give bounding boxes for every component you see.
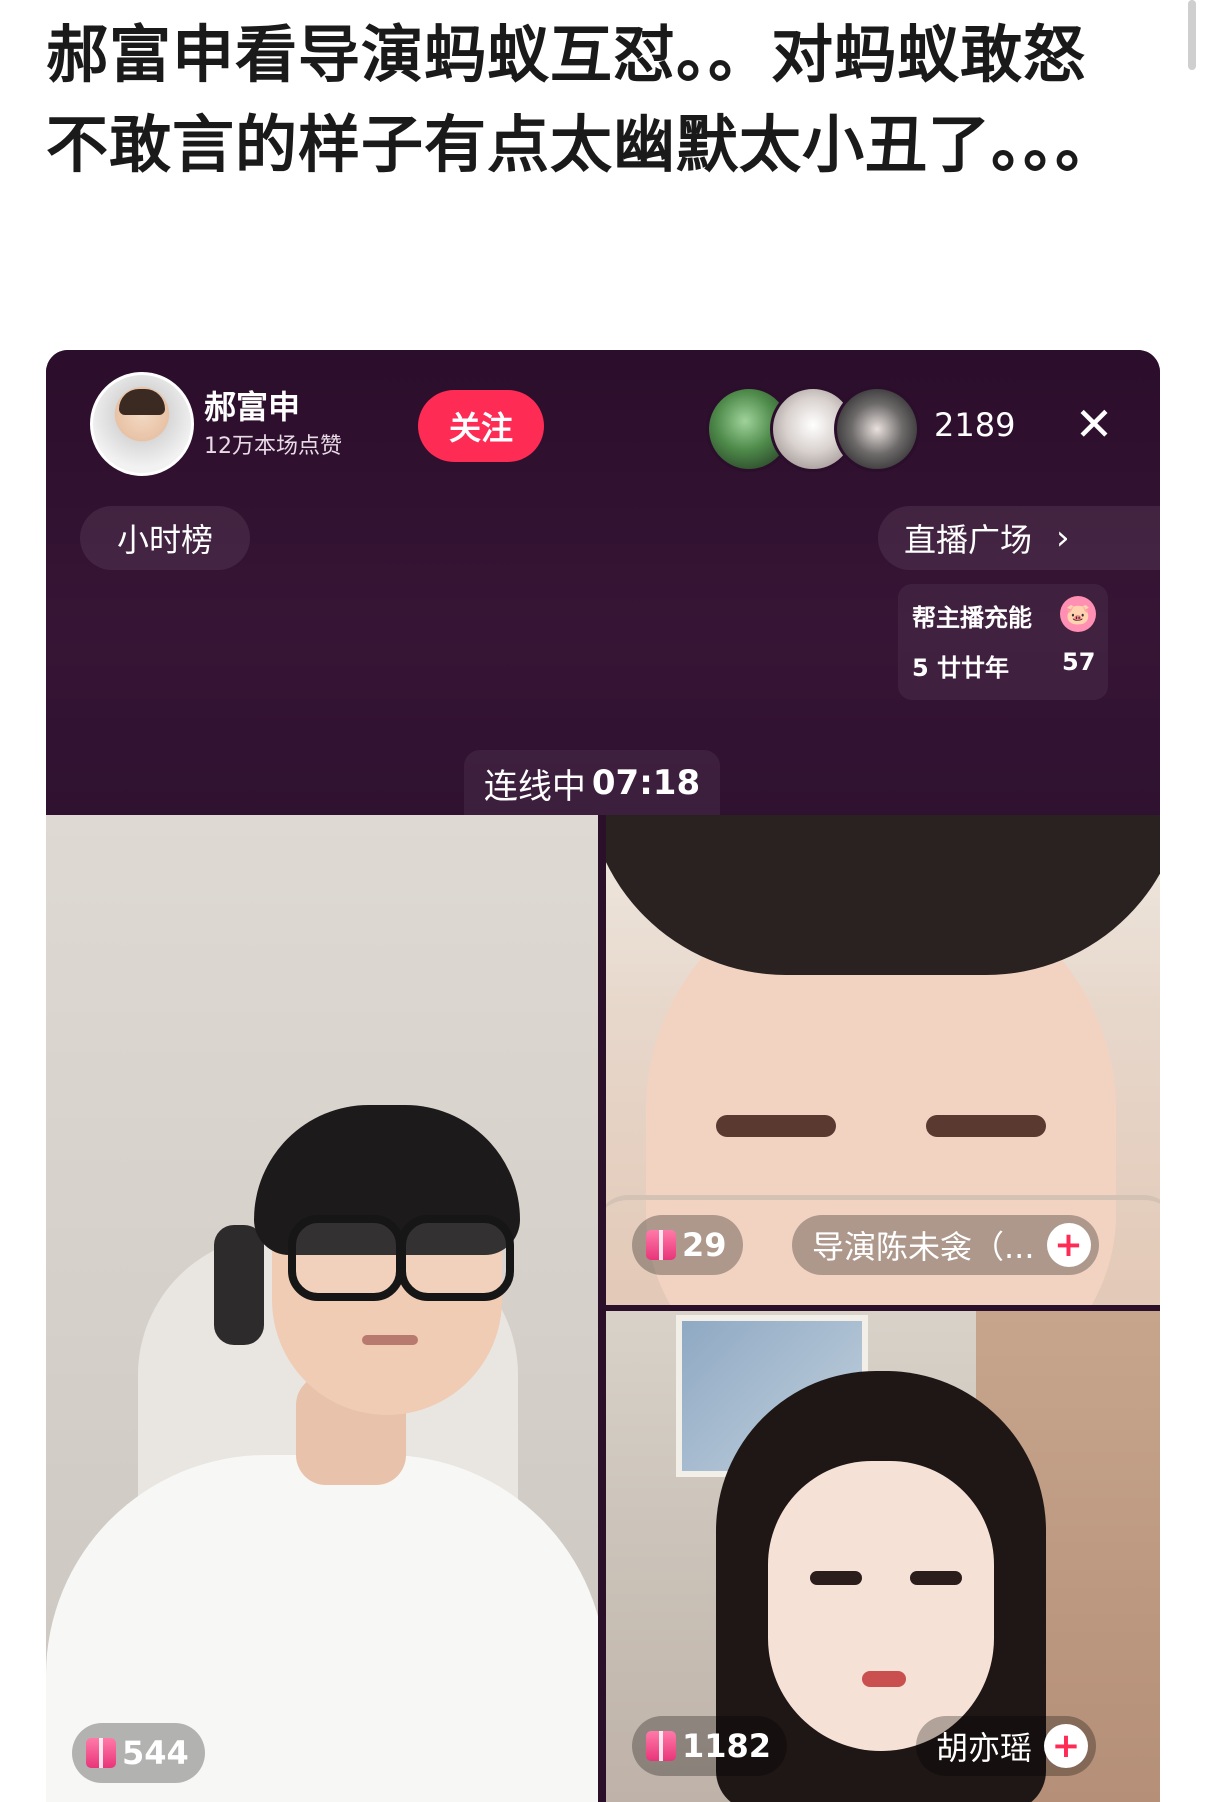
gift-count: 29 xyxy=(682,1226,727,1264)
gift-count-badge[interactable]: 544 xyxy=(72,1723,205,1783)
gift-count: 1182 xyxy=(682,1727,772,1765)
person-mouth xyxy=(362,1335,418,1345)
video-panel-left[interactable]: 544 xyxy=(46,815,598,1802)
charge-score: 57 xyxy=(1062,648,1096,676)
live-square-label: 直播广场 xyxy=(904,521,1033,559)
host-likes: 12万本场点赞 xyxy=(204,434,342,459)
eye xyxy=(910,1571,962,1585)
panel-divider xyxy=(598,815,606,1802)
pig-icon: 🐷 xyxy=(1060,596,1096,632)
gift-count: 544 xyxy=(122,1734,189,1772)
gift-icon xyxy=(646,1230,676,1260)
gift-icon xyxy=(646,1731,676,1761)
charge-title: 帮主播充能 xyxy=(912,604,1032,632)
link-timer: 连线中 07:18 xyxy=(464,750,720,816)
gift-count-badge[interactable]: 1182 xyxy=(632,1716,788,1776)
viewer-count[interactable]: 2189 xyxy=(934,406,1015,444)
scrollbar[interactable] xyxy=(1188,0,1196,70)
hour-rank-button[interactable]: 小时榜 xyxy=(80,506,250,570)
lips xyxy=(862,1671,906,1687)
glasses xyxy=(288,1215,404,1301)
gift-icon xyxy=(86,1738,116,1768)
person-face xyxy=(768,1461,994,1751)
person-hair xyxy=(606,815,1160,975)
chevron-right-icon: › xyxy=(1056,518,1070,558)
charge-user: 5 廿廿年 xyxy=(912,654,1010,682)
guest-name: 导演陈未衾（... xyxy=(812,1228,1035,1266)
chair-strap xyxy=(214,1225,264,1345)
host-name: 郝富申 xyxy=(204,388,301,426)
follow-button[interactable]: 关注 xyxy=(418,390,544,462)
post-text: 郝富申看导演蚂蚁互怼。。对蚂蚁敢怒不敢言的样子有点太幽默太小丑了。。。 xyxy=(46,18,1119,181)
link-label: 连线中 xyxy=(483,766,586,807)
glasses xyxy=(398,1215,514,1301)
plus-icon[interactable]: + xyxy=(1044,1724,1089,1768)
guest-name-badge[interactable]: 胡亦瑶 + xyxy=(916,1716,1097,1776)
eye xyxy=(810,1571,862,1585)
eyebrow xyxy=(926,1115,1046,1137)
eyebrow xyxy=(716,1115,836,1137)
charge-panel[interactable]: 帮主播充能 🐷 5 廿廿年 57 xyxy=(898,584,1108,700)
gift-count-badge[interactable]: 29 xyxy=(632,1215,743,1275)
close-icon[interactable]: ✕ xyxy=(1064,394,1124,454)
video-panel-right-bottom[interactable]: 1182 胡亦瑶 + xyxy=(606,1311,1160,1802)
host-avatar[interactable] xyxy=(90,372,194,476)
viewer-avatar[interactable] xyxy=(834,386,920,472)
guest-name: 胡亦瑶 xyxy=(936,1729,1033,1767)
plus-icon[interactable]: + xyxy=(1046,1223,1091,1267)
guest-name-badge[interactable]: 导演陈未衾（... + xyxy=(792,1215,1099,1275)
link-time: 07:18 xyxy=(591,763,701,803)
video-panel-right-top[interactable]: 29 导演陈未衾（... + xyxy=(606,815,1160,1305)
live-square-button[interactable]: 直播广场 › xyxy=(878,506,1160,570)
live-screenshot: 郝富申 12万本场点赞 关注 2189 ✕ 小时榜 直播广场 › 帮主播充能 🐷… xyxy=(46,350,1160,1802)
